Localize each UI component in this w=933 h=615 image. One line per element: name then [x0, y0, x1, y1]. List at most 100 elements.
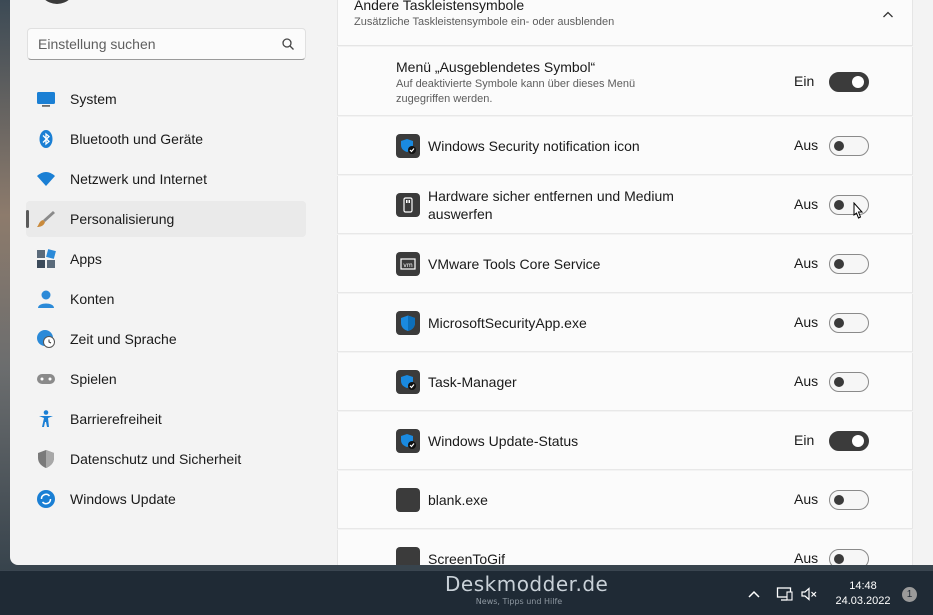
- tray-icon-row: Hardware sicher entfernen und Medium aus…: [337, 176, 913, 234]
- wifi-icon: [36, 169, 56, 189]
- tray-icon-row: Task-Manager Aus: [337, 353, 913, 411]
- toggle-knob: [834, 318, 844, 328]
- security-shield-icon: [396, 429, 420, 453]
- row-label: blank.exe: [428, 492, 488, 508]
- sidebar-item-bluetooth-und-geräte[interactable]: Bluetooth und Geräte: [26, 121, 306, 157]
- toggle-state-label: Aus: [794, 196, 819, 212]
- toggle-state-label: Aus: [794, 550, 819, 565]
- blank-icon: [396, 488, 420, 512]
- sidebar-item-label: Personalisierung: [70, 211, 175, 227]
- row-label: Windows Update-Status: [428, 433, 579, 449]
- toggle-knob: [834, 141, 844, 151]
- system-clock[interactable]: 14:48 24.03.2022: [832, 579, 894, 609]
- sidebar-item-label: Barrierefreiheit: [70, 411, 162, 427]
- tray-icon-row: Windows Security notification icon Aus: [337, 117, 913, 175]
- sidebar-item-label: System: [70, 91, 117, 107]
- toggle-state-label: Ein: [794, 73, 815, 89]
- sidebar-item-netzwerk-und-internet[interactable]: Netzwerk und Internet: [26, 161, 306, 197]
- row-label: Hardware sicher entfernen und Medium aus…: [428, 188, 674, 222]
- watermark-title: Deskmodder.de: [445, 572, 609, 596]
- sidebar-item-personalisierung[interactable]: Personalisierung: [26, 201, 306, 237]
- defender-shield-icon: [396, 311, 420, 335]
- usb-drive-icon: [396, 193, 420, 217]
- mouse-cursor-icon: [849, 201, 865, 224]
- bluetooth-icon: [36, 129, 56, 149]
- toggle-state-label: Aus: [794, 373, 819, 389]
- sidebar-item-datenschutz-und-sicherheit[interactable]: Datenschutz und Sicherheit: [26, 441, 306, 477]
- sidebar-item-label: Windows Update: [70, 491, 176, 507]
- clock-time: 14:48: [849, 580, 877, 592]
- tray-icon-row: blank.exe Aus: [337, 471, 913, 529]
- main-content: Andere Taskleistensymbole Zusätzliche Ta…: [337, 0, 913, 565]
- toggle-switch[interactable]: [829, 549, 869, 565]
- sidebar-item-label: Konten: [70, 291, 115, 307]
- toggle-state-label: Aus: [794, 137, 819, 153]
- sidebar-item-label: Spielen: [70, 371, 117, 387]
- sidebar-item-barrierefreiheit[interactable]: Barrierefreiheit: [26, 401, 306, 437]
- row-label: Task-Manager: [428, 374, 517, 390]
- watermark-subtitle: News, Tipps und Hilfe: [475, 597, 563, 606]
- toggle-state-label: Ein: [794, 432, 815, 448]
- blank-icon: [396, 547, 420, 565]
- sidebar-item-apps[interactable]: Apps: [26, 241, 306, 277]
- watermark: Deskmodder.de News, Tipps und Hilfe: [445, 571, 609, 613]
- accessibility-icon: [36, 409, 56, 429]
- row-description: Auf deaktivierte Symbole kann über diese…: [396, 78, 636, 105]
- sidebar-item-zeit-und-sprache[interactable]: Zeit und Sprache: [26, 321, 306, 357]
- toggle-knob: [834, 200, 844, 210]
- apps-icon: [36, 249, 56, 269]
- section-subtitle: Zusätzliche Taskleistensymbole ein- oder…: [354, 16, 615, 28]
- toggle-switch[interactable]: [829, 372, 869, 392]
- notification-badge[interactable]: 1: [902, 587, 917, 602]
- sidebar-item-label: Netzwerk und Internet: [70, 171, 207, 187]
- sidebar-item-label: Datenschutz und Sicherheit: [70, 451, 242, 467]
- toggle-switch[interactable]: [829, 431, 869, 451]
- chevron-up-icon[interactable]: [745, 585, 763, 603]
- update-icon: [36, 489, 56, 509]
- monitor-icon: [36, 89, 56, 109]
- sidebar: System Bluetooth und Geräte Netzwerk und I…: [10, 0, 336, 565]
- row-label: VMware Tools Core Service: [428, 256, 601, 272]
- security-shield-icon: [396, 134, 420, 158]
- gamepad-icon: [36, 369, 56, 389]
- search-input[interactable]: [38, 36, 281, 52]
- sidebar-item-spielen[interactable]: Spielen: [26, 361, 306, 397]
- toggle-knob: [834, 554, 844, 564]
- toggle-knob: [834, 495, 844, 505]
- security-shield-icon: [396, 370, 420, 394]
- sidebar-item-label: Bluetooth und Geräte: [70, 131, 204, 147]
- sidebar-item-konten[interactable]: Konten: [26, 281, 306, 317]
- toggle-knob: [834, 377, 844, 387]
- volume-muted-icon[interactable]: [800, 585, 818, 603]
- sidebar-item-system[interactable]: System: [26, 81, 306, 117]
- chevron-up-icon[interactable]: [882, 8, 894, 20]
- row-label: Menü „Ausgeblendetes Symbol“: [396, 59, 596, 75]
- tray-icon-row: Windows Update-Status Ein: [337, 412, 913, 470]
- search-box[interactable]: [27, 28, 306, 60]
- avatar[interactable]: [38, 0, 76, 4]
- section-header[interactable]: Andere Taskleistensymbole Zusätzliche Ta…: [337, 0, 913, 46]
- toggle-switch[interactable]: [829, 136, 869, 156]
- toggle-state-label: Aus: [794, 255, 819, 271]
- toggle-state-label: Aus: [794, 491, 819, 507]
- toggle-knob: [852, 435, 864, 447]
- toggle-switch[interactable]: [829, 254, 869, 274]
- brush-icon: [36, 209, 56, 229]
- sidebar-item-windows-update[interactable]: Windows Update: [26, 481, 306, 517]
- taskbar: Deskmodder.de News, Tipps und Hilfe 14:4…: [0, 570, 933, 615]
- sidebar-item-label: Zeit und Sprache: [70, 331, 177, 347]
- shield-icon: [36, 449, 56, 469]
- toggle-switch[interactable]: [829, 490, 869, 510]
- vmware-icon: vm: [396, 252, 420, 276]
- account-icon: [36, 289, 56, 309]
- search-icon[interactable]: [281, 37, 295, 51]
- toggle-switch[interactable]: [829, 72, 869, 92]
- toggle-knob: [834, 259, 844, 269]
- tray-icon-row: Menü „Ausgeblendetes Symbol“ Auf deaktivi…: [337, 47, 913, 116]
- network-display-icon[interactable]: [776, 585, 794, 603]
- row-label: MicrosoftSecurityApp.exe: [428, 315, 587, 331]
- toggle-switch[interactable]: [829, 313, 869, 333]
- row-label: ScreenToGif: [428, 551, 506, 565]
- svg-text:vm: vm: [403, 262, 413, 269]
- globe-clock-icon: [36, 329, 56, 349]
